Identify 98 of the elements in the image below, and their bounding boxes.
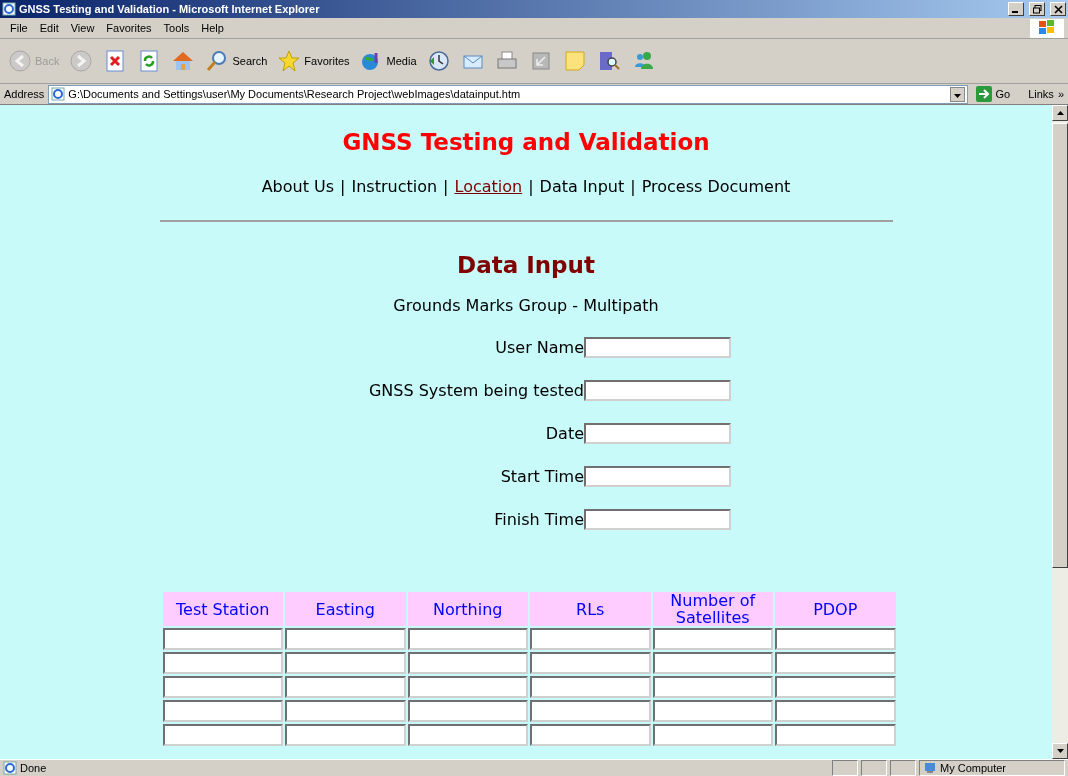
column-header: PDOP bbox=[775, 592, 896, 626]
favorites-button[interactable]: Favorites bbox=[275, 47, 352, 75]
nav-link[interactable]: Location bbox=[454, 177, 523, 196]
status-pane bbox=[832, 760, 858, 776]
table-input-field[interactable] bbox=[530, 676, 651, 698]
input-field[interactable] bbox=[584, 423, 731, 444]
table-input-field[interactable] bbox=[162, 724, 283, 746]
table-input-field[interactable] bbox=[530, 700, 651, 722]
table-input-field[interactable] bbox=[285, 628, 406, 650]
search-button[interactable]: Search bbox=[203, 47, 270, 75]
table-input-field[interactable] bbox=[530, 724, 651, 746]
scroll-down-button[interactable] bbox=[1052, 743, 1068, 759]
star-icon bbox=[277, 49, 302, 73]
field-label: Date bbox=[544, 424, 584, 443]
table-input-field[interactable] bbox=[775, 628, 896, 650]
column-header: Northing bbox=[407, 592, 528, 626]
table-input-field[interactable] bbox=[285, 700, 406, 722]
menu-item[interactable]: File bbox=[4, 22, 34, 34]
nav-separator: | bbox=[528, 177, 534, 196]
input-field[interactable] bbox=[584, 466, 731, 487]
nav-item[interactable]: Instruction bbox=[351, 177, 438, 196]
media-button[interactable]: Media bbox=[357, 47, 419, 75]
field-label: Start Time bbox=[499, 467, 584, 486]
table-input-field[interactable] bbox=[162, 700, 283, 722]
status-text: Done bbox=[20, 762, 47, 774]
status-pane bbox=[861, 760, 887, 776]
zone-text: My Computer bbox=[940, 762, 1007, 774]
input-field[interactable] bbox=[584, 380, 731, 401]
field-label: User Name bbox=[494, 338, 584, 357]
table-input-field[interactable] bbox=[652, 652, 773, 674]
nav-item[interactable]: Data Input bbox=[539, 177, 625, 196]
note-icon bbox=[562, 49, 587, 73]
nav-separator: | bbox=[630, 177, 636, 196]
table-input-field[interactable] bbox=[775, 676, 896, 698]
table-input-field[interactable] bbox=[162, 652, 283, 674]
table-input-field[interactable] bbox=[652, 700, 773, 722]
table-input-field[interactable] bbox=[285, 676, 406, 698]
column-header: Number of Satellites bbox=[652, 592, 773, 626]
table-input-field[interactable] bbox=[407, 700, 528, 722]
input-field[interactable] bbox=[584, 337, 731, 358]
nav-item[interactable]: About Us bbox=[261, 177, 335, 196]
links-button[interactable]: Links bbox=[1028, 88, 1054, 100]
section-heading: Data Input bbox=[457, 252, 595, 278]
table-input-field[interactable] bbox=[285, 724, 406, 746]
input-field[interactable] bbox=[584, 509, 731, 530]
column-header: Test Station bbox=[162, 592, 283, 626]
table-input-field[interactable] bbox=[652, 628, 773, 650]
table-input-field[interactable] bbox=[407, 628, 528, 650]
arrow-icon bbox=[975, 86, 992, 102]
table-input-field[interactable] bbox=[775, 652, 896, 674]
window-title: GNSS Testing and Validation - Microsoft Internet Explorer bbox=[19, 3, 321, 15]
column-header: RLs bbox=[530, 592, 651, 626]
table-input-field[interactable] bbox=[775, 724, 896, 746]
dropdown-button[interactable] bbox=[949, 86, 965, 102]
computer-icon bbox=[924, 762, 936, 774]
column-header: Easting bbox=[285, 592, 406, 626]
menu-item[interactable]: Help bbox=[195, 22, 230, 34]
field-label: Finish Time bbox=[493, 510, 584, 529]
minimize-button[interactable] bbox=[1008, 2, 1024, 16]
clock-icon bbox=[426, 49, 451, 73]
chevron-button[interactable]: » bbox=[1057, 88, 1064, 100]
vertical-scrollbar[interactable] bbox=[1052, 105, 1068, 759]
table-input-field[interactable] bbox=[162, 628, 283, 650]
page-title: GNSS Testing and Validation bbox=[342, 129, 710, 155]
menu-item[interactable]: Favorites bbox=[100, 22, 158, 34]
address-label: Address bbox=[4, 88, 45, 100]
restore-icon bbox=[1032, 4, 1042, 14]
nav-separator: | bbox=[443, 177, 449, 196]
table-input-field[interactable] bbox=[407, 724, 528, 746]
menu-item[interactable]: Tools bbox=[157, 22, 196, 34]
menu-item[interactable]: Edit bbox=[33, 22, 65, 34]
menu-item[interactable]: View bbox=[64, 22, 101, 34]
address-field[interactable]: G:\Documents and Settings\user\My Documents\Research Project\webImages\datainput.htm bbox=[48, 84, 968, 104]
close-icon bbox=[1053, 4, 1063, 14]
subtitle: Grounds Marks Group - Multipath bbox=[393, 296, 659, 315]
browser-icon bbox=[51, 87, 66, 101]
table-input-field[interactable] bbox=[407, 652, 528, 674]
table-input-field[interactable] bbox=[407, 676, 528, 698]
table-input-field[interactable] bbox=[530, 652, 651, 674]
table-input-field[interactable] bbox=[530, 628, 651, 650]
caret-icon bbox=[1056, 749, 1064, 753]
caret-icon bbox=[1056, 111, 1064, 115]
scroll-thumb[interactable] bbox=[1052, 123, 1068, 568]
nav-separator: | bbox=[340, 177, 346, 196]
table-input-field[interactable] bbox=[285, 652, 406, 674]
field-label: GNSS System being tested bbox=[367, 381, 584, 400]
nav-item[interactable]: Process Document bbox=[641, 177, 791, 196]
go-button[interactable]: Go bbox=[971, 86, 1025, 102]
table-input-field[interactable] bbox=[652, 676, 773, 698]
table-input-field[interactable] bbox=[162, 676, 283, 698]
close-button[interactable] bbox=[1050, 2, 1066, 16]
status-pane bbox=[890, 760, 916, 776]
restore-button[interactable] bbox=[1029, 2, 1045, 16]
table-input-field[interactable] bbox=[652, 724, 773, 746]
table-input-field[interactable] bbox=[775, 700, 896, 722]
browser-icon bbox=[2, 2, 16, 16]
windows-flag-icon bbox=[1030, 18, 1064, 38]
scroll-up-button[interactable] bbox=[1052, 105, 1068, 121]
